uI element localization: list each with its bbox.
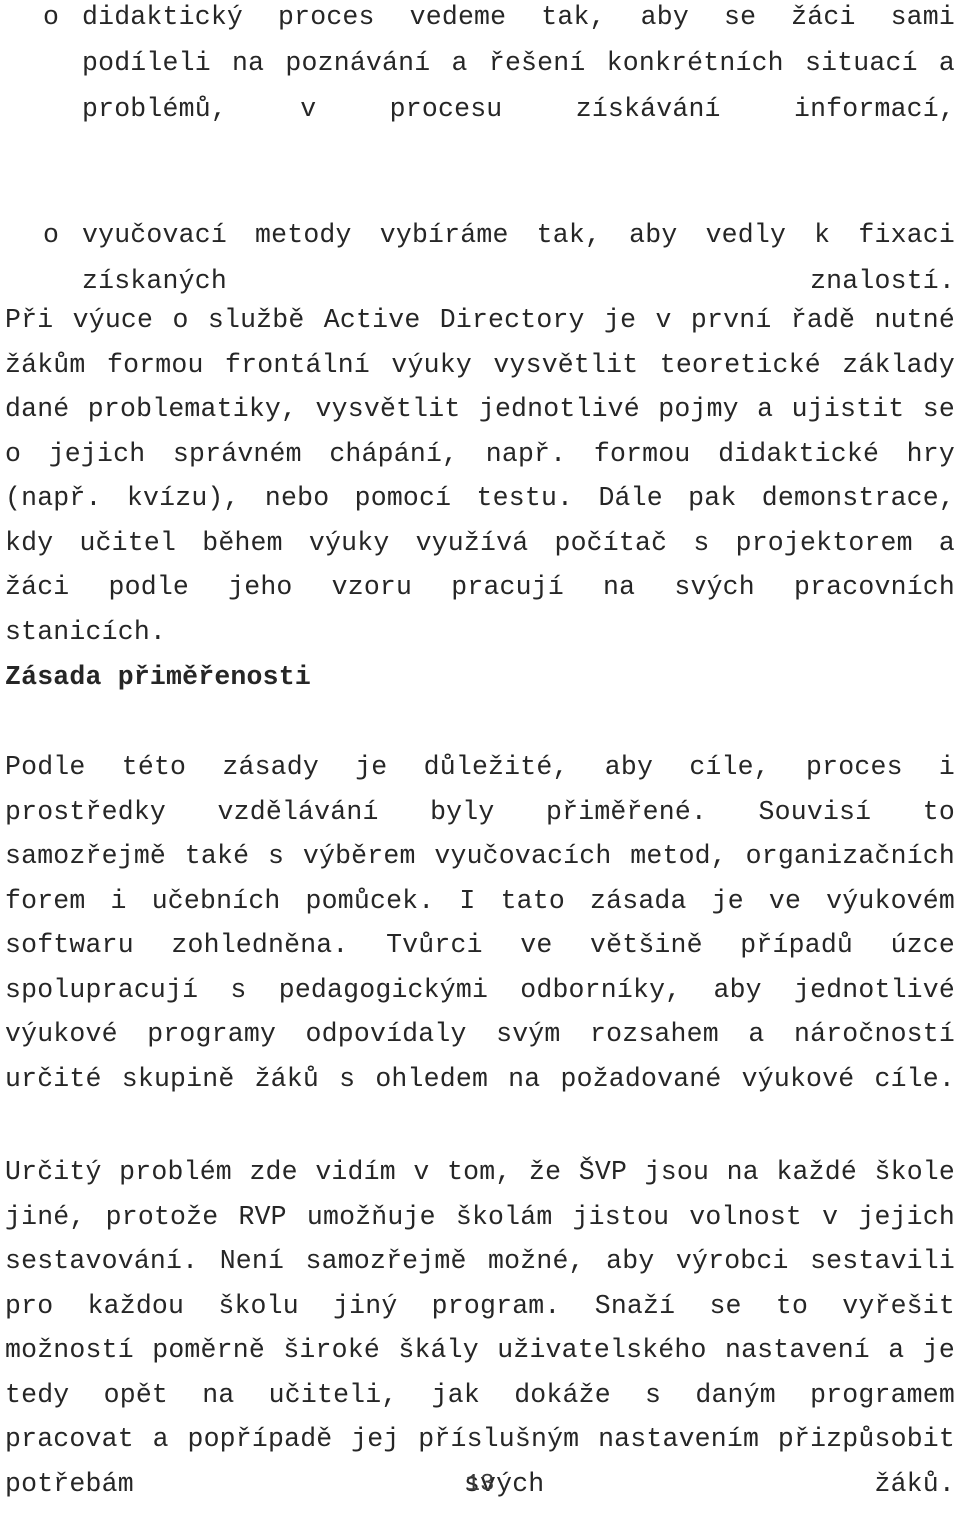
section-heading: Zásada přiměřenosti	[5, 662, 311, 692]
bullet-marker-icon: o	[43, 220, 60, 250]
body-paragraph: Při výuce o službě Active Directory je v…	[5, 305, 955, 647]
list-item: o didaktický proces vedeme tak, aby se ž…	[5, 0, 955, 178]
paragraph-block-2: Podle této zásady je důležité, aby cíle,…	[5, 745, 955, 1146]
bullet-marker-icon: o	[43, 2, 60, 32]
paragraph-block-1: Při výuce o službě Active Directory je v…	[5, 298, 955, 699]
section-heading-block: Zásada přiměřenosti	[5, 655, 955, 700]
body-paragraph: Podle této zásady je důležité, aby cíle,…	[5, 752, 955, 1094]
list-item-text: didaktický proces vedeme tak, aby se žác…	[82, 2, 955, 124]
page-number: 13	[465, 1471, 495, 1498]
document-page: o didaktický proces vedeme tak, aby se ž…	[0, 0, 960, 1528]
